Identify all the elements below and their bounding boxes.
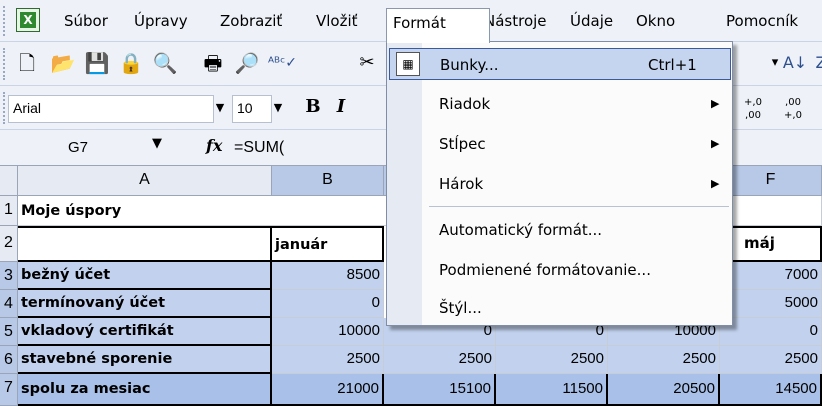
cell-e6[interactable]: 2500 <box>608 346 720 374</box>
submenu-arrow-icon: ▶ <box>711 137 720 150</box>
menu-bar: X Súbor Úpravy Zobraziť Vložiť Formát Ná… <box>0 0 822 43</box>
cell-a1[interactable]: Moje úspory <box>18 196 272 226</box>
cell-d7[interactable]: 11500 <box>496 374 608 406</box>
save-icon[interactable]: 💾 <box>84 50 110 76</box>
menu-item-row[interactable]: Riadok ▶ <box>423 88 733 120</box>
excel-doc-icon[interactable]: X <box>16 8 40 32</box>
menu-item-autoformat[interactable]: Automatický formát... <box>423 214 733 246</box>
cell-b5[interactable]: 10000 <box>272 318 384 346</box>
menu-item-cells[interactable]: ▦ Bunky... Ctrl+1 <box>389 48 731 80</box>
menu-icon-strip <box>387 42 422 325</box>
sort-descending-icon[interactable]: Z <box>808 50 822 76</box>
format-cells-icon: ▦ <box>396 52 420 76</box>
cell-a7[interactable]: spolu za mesiac <box>18 374 272 406</box>
menu-data[interactable]: Údaje <box>564 10 619 34</box>
menu-item-column[interactable]: Stĺpec ▶ <box>423 128 733 160</box>
cell-f3[interactable]: 7000 <box>720 262 822 290</box>
row-header-1[interactable]: 1 <box>0 196 18 226</box>
menu-format[interactable]: Formát <box>386 8 490 43</box>
spelling-icon[interactable]: ᴬᴮᶜ✓ <box>268 50 297 76</box>
menu-item-style[interactable]: Štýl... <box>423 292 733 324</box>
cell-a5[interactable]: vkladový certifikát <box>18 318 272 346</box>
column-header-f[interactable]: F <box>720 166 822 196</box>
column-header-a[interactable]: A <box>18 166 272 196</box>
row-header-3[interactable]: 3 <box>0 262 18 290</box>
cell-b4[interactable]: 0 <box>272 290 384 318</box>
font-size-arrow-icon[interactable]: ▼ <box>268 95 288 121</box>
menu-item-conditional-formatting[interactable]: Podmienené formátovanie... <box>423 254 733 286</box>
permission-icon[interactable]: 🔒 <box>118 50 144 76</box>
row-header-6[interactable]: 6 <box>0 346 18 374</box>
menu-item-sheet[interactable]: Hárok ▶ <box>423 168 733 200</box>
row-header-7[interactable]: 7 <box>0 374 18 406</box>
cell-d6[interactable]: 2500 <box>496 346 608 374</box>
print-icon[interactable]: 🖶 <box>200 50 226 76</box>
cut-icon[interactable]: ✂ <box>354 50 380 76</box>
font-name-arrow-icon[interactable]: ▼ <box>210 95 230 121</box>
font-size-select[interactable]: 10 <box>232 95 272 123</box>
open-folder-icon[interactable]: 📂 <box>50 50 76 76</box>
menu-help[interactable]: Pomocník <box>720 10 804 34</box>
cell-a4[interactable]: termínovaný účet <box>18 290 272 318</box>
row-header-4[interactable]: 4 <box>0 290 18 318</box>
increase-decimal-button[interactable]: +,0 ,00 <box>736 94 770 122</box>
menu-file[interactable]: Súbor <box>58 10 114 34</box>
cell-b3[interactable]: 8500 <box>272 262 384 290</box>
row-header-2[interactable]: 2 <box>0 226 18 262</box>
row-header-5[interactable]: 5 <box>0 318 18 346</box>
cell-a6[interactable]: stavebné sporenie <box>18 346 272 374</box>
decrease-decimal-button[interactable]: ,00 +,0 <box>776 94 810 122</box>
cell-f4[interactable]: 5000 <box>720 290 822 318</box>
print-preview-icon[interactable]: 🔎 <box>234 50 260 76</box>
cell-b7[interactable]: 21000 <box>272 374 384 406</box>
toolbar-grip[interactable] <box>3 48 9 80</box>
cell-c6[interactable]: 2500 <box>384 346 496 374</box>
menu-insert[interactable]: Vložiť <box>310 10 364 34</box>
cell-f2-text: máj <box>744 234 775 252</box>
menu-edit[interactable]: Úpravy <box>128 10 194 34</box>
cell-b2[interactable]: január <box>272 226 384 262</box>
sort-ascending-icon[interactable]: A↓ <box>782 50 808 76</box>
font-name-select[interactable]: Arial <box>8 95 214 123</box>
cell-f7[interactable]: 14500 <box>720 374 822 406</box>
cell-f5[interactable]: 0 <box>720 318 822 346</box>
select-all-corner[interactable] <box>0 166 18 196</box>
new-document-icon[interactable]: 🗋 <box>14 50 40 76</box>
cell-c7[interactable]: 15100 <box>384 374 496 406</box>
research-icon[interactable]: 🔍 <box>152 50 178 76</box>
formula-input[interactable]: =SUM( <box>234 135 284 161</box>
cell-a3[interactable]: bežný účet <box>18 262 272 290</box>
name-box-arrow-icon[interactable]: ▼ <box>152 136 162 151</box>
format-menu-dropdown: ▦ Bunky... Ctrl+1 Riadok ▶ Stĺpec ▶ Háro… <box>386 41 733 326</box>
cell-e7[interactable]: 20500 <box>608 374 720 406</box>
column-header-b[interactable]: B <box>272 166 384 196</box>
cell-a2[interactable] <box>18 226 272 262</box>
cell-f6[interactable]: 2500 <box>720 346 822 374</box>
cell-b6[interactable]: 2500 <box>272 346 384 374</box>
submenu-arrow-icon: ▶ <box>711 177 720 190</box>
italic-button[interactable]: I <box>328 94 354 120</box>
submenu-arrow-icon: ▶ <box>711 97 720 110</box>
menu-separator <box>429 206 729 207</box>
menu-window[interactable]: Okno <box>630 10 681 34</box>
bold-button[interactable]: B <box>300 94 326 120</box>
menubar-grip[interactable] <box>3 6 9 36</box>
insert-function-icon[interactable]: fx <box>206 136 222 155</box>
menu-view[interactable]: Zobraziť <box>214 10 288 34</box>
